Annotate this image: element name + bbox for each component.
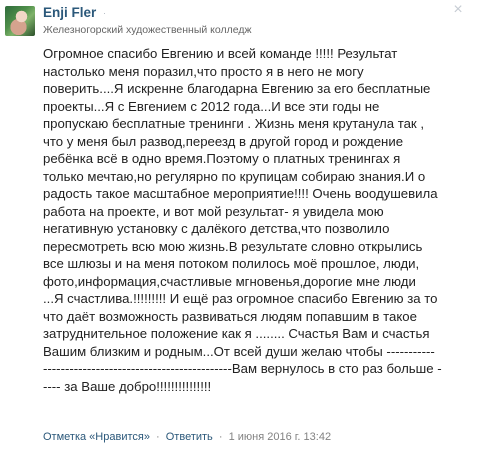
comment-line: только мечтаю,но регулярно по крупицам с… <box>43 168 426 184</box>
comment-line: затруднительное положение как я ........… <box>43 326 430 341</box>
comment-line: ...Я счастлива.!!!!!!!!! И ещё раз огром… <box>43 291 438 306</box>
comment-line: настолько меня поразил,что просто я в не… <box>43 63 364 79</box>
comment-line: поверить....Я искренне благодарна Евгени… <box>43 81 431 96</box>
comment-line: все шлюзы и на меня потоком полилось моё… <box>43 256 420 271</box>
comment-line: пропускаю бесплатные тренинги . Жизнь ме… <box>43 116 425 131</box>
comment-text: Огромное спасибо Евгению и всей команде … <box>43 45 473 395</box>
comment-line: что у меня был развод,переезд в другой г… <box>43 133 404 149</box>
author-name[interactable]: Enji Fler <box>43 5 96 20</box>
comment-line: что даёт возможность развиваться людям п… <box>43 308 417 324</box>
comment-line: пересмотреть всю мою жизнь.В результате … <box>43 238 423 254</box>
comment-line: Вашим близким и родным...От всей души же… <box>43 343 435 359</box>
reply-button[interactable]: Ответить <box>166 431 213 443</box>
footer-separator: · <box>218 431 223 443</box>
author-school[interactable]: Железногорский художественный колледж <box>43 24 252 36</box>
comment-line: работа на проекте, и вот мой результат- … <box>43 203 384 219</box>
comment-line: проекты...Я с Евгением с 2012 года...И в… <box>43 98 380 114</box>
comment-line: радость такое масштабное мероприятие!!!!… <box>43 186 438 201</box>
comment-line: ----------------------------------------… <box>43 361 442 376</box>
comment-line: Огромное спасибо Евгению и всей команде … <box>43 46 398 61</box>
comment-footer: Отметка «Нравится» · Ответить · 1 июня 2… <box>43 431 331 443</box>
comment-line: ребёнка всё в одно время.Поэтому о платн… <box>43 151 401 166</box>
comment-line: ---- за Ваше добро!!!!!!!!!!!!!!! <box>43 378 212 394</box>
comment-line: негативную установку с далёкого детства,… <box>43 221 390 236</box>
like-button[interactable]: Отметка «Нравится» <box>43 431 150 443</box>
avatar[interactable] <box>5 6 35 36</box>
comment-date[interactable]: 1 июня 2016 г. 13:42 <box>229 431 332 443</box>
comment-line: фото,информация,счастливые мгновенья,дор… <box>43 273 416 289</box>
online-indicator: · <box>103 8 106 18</box>
close-icon[interactable]: × <box>450 2 466 18</box>
footer-separator: · <box>156 431 160 443</box>
